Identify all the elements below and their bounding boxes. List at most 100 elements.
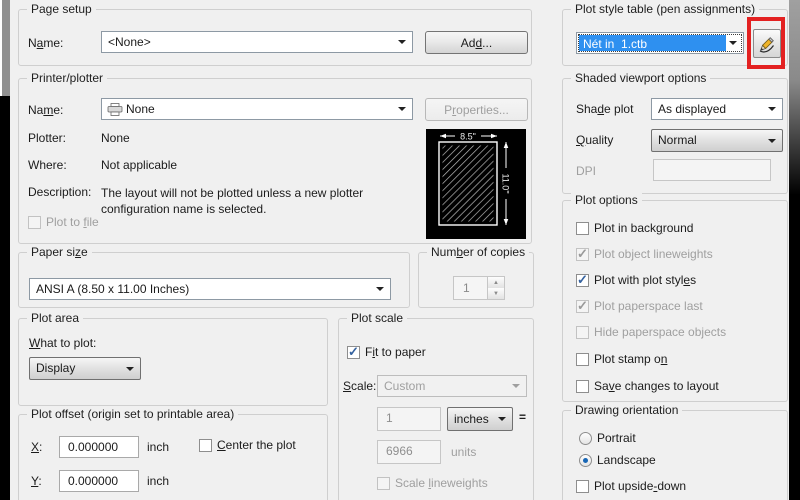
plot-in-background-checkbox[interactable]: Plot in background	[576, 221, 693, 235]
group-title: Page setup	[27, 2, 96, 16]
spinner-down-icon: ▼	[488, 288, 504, 299]
plotter-value: None	[101, 131, 130, 145]
portrait-radio[interactable]: Portrait	[579, 431, 636, 445]
plot-with-plot-styles-checkbox[interactable]: Plot with plot styles	[576, 272, 696, 288]
radio	[579, 453, 592, 467]
group-title: Paper size	[27, 245, 92, 259]
plot-paperspace-last-checkbox: Plot paperspace last	[576, 298, 703, 314]
units-label: units	[451, 445, 477, 459]
scale-paper-units-input: 1	[377, 407, 441, 431]
checkbox	[347, 344, 360, 360]
plot-stamp-on-checkbox[interactable]: Plot stamp on	[576, 352, 667, 366]
group-number-of-copies: Number of copies 1 ▲ ▼	[418, 245, 534, 308]
plot-style-table-select[interactable]: Nét in 1.ctb	[576, 32, 744, 54]
plot-to-file-checkbox: Plot to file	[28, 215, 99, 229]
chevron-down-icon	[512, 384, 520, 388]
checkbox	[576, 479, 589, 493]
offset-x-unit: inch	[147, 440, 170, 454]
plotter-label: Plotter:	[28, 131, 67, 145]
group-paper-size: Paper size ANSI A (8.50 x 11.00 Inches)	[18, 245, 410, 308]
selected-plot-style: Nét in 1.ctb	[579, 35, 726, 51]
scale-unit-select[interactable]: inches	[447, 407, 513, 431]
group-title: Plot scale	[347, 311, 408, 325]
chevron-down-icon	[398, 40, 406, 44]
paper-preview: 8.5" 11.0"	[426, 129, 526, 239]
checkbox	[576, 352, 589, 366]
printer-icon	[107, 103, 123, 116]
landscape-radio[interactable]: Landscape	[579, 453, 656, 467]
group-title: Plot area	[27, 311, 84, 325]
checkbox	[576, 272, 589, 288]
hide-paperspace-objects-checkbox: Hide paperspace objects	[576, 325, 726, 339]
group-plot-options: Plot options Plot in background Plot obj…	[562, 193, 788, 402]
checkbox	[576, 325, 589, 339]
radio	[579, 431, 592, 445]
app-background-left	[0, 0, 10, 500]
what-to-plot-label: What to plot:	[29, 336, 97, 350]
copies-value: 1	[463, 281, 470, 295]
group-title: Shaded viewport options	[571, 71, 711, 85]
checkbox	[576, 298, 589, 314]
where-label: Where:	[28, 158, 67, 172]
plot-dialog: Page setup Name: <None> Add... Plot styl…	[0, 0, 800, 500]
checkbox	[28, 215, 41, 229]
offset-y-unit: inch	[147, 474, 170, 488]
group-plot-style-table: Plot style table (pen assignments) Nét i…	[562, 2, 788, 69]
group-title: Drawing orientation	[571, 403, 683, 417]
shade-plot-select[interactable]: As displayed	[651, 98, 783, 120]
checkbox	[576, 246, 589, 262]
shade-plot-label: Shade plot	[576, 102, 634, 116]
group-shaded-viewport: Shaded viewport options Shade plot As di…	[562, 71, 788, 194]
offset-y-input[interactable]: 0.000000	[59, 470, 139, 492]
copies-spinner: 1 ▲ ▼	[453, 276, 505, 300]
chevron-down-icon	[729, 41, 737, 45]
description-value: The layout will not be plotted unless a …	[101, 186, 364, 217]
checkbox	[199, 438, 212, 452]
chevron-down-icon	[768, 138, 776, 143]
printer-name-select[interactable]: None	[101, 98, 413, 120]
offset-x-input[interactable]: 0.000000	[59, 436, 139, 458]
height-dimension: 11.0"	[501, 173, 511, 193]
group-title: Plot style table (pen assignments)	[571, 2, 760, 16]
group-plot-scale: Plot scale Fit to paper Scale: Custom 1 …	[338, 311, 534, 500]
dpi-input	[653, 159, 771, 181]
where-value: Not applicable	[101, 158, 178, 172]
scale-label: Scale:	[343, 379, 377, 393]
add-button[interactable]: Add...	[425, 31, 528, 54]
dpi-label: DPI	[576, 164, 597, 178]
chevron-down-icon	[398, 107, 406, 111]
checkbox	[576, 379, 589, 393]
group-plot-offset: Plot offset (origin set to printable are…	[18, 407, 328, 500]
scale-lineweights-checkbox: Scale lineweights	[377, 476, 488, 490]
properties-button: Properties...	[425, 98, 528, 121]
checkbox	[377, 476, 390, 490]
annotation-highlight-box	[747, 17, 785, 69]
description-label: Description:	[28, 185, 92, 199]
scale-select: Custom	[377, 375, 527, 397]
center-the-plot-checkbox[interactable]: Center the plot	[199, 438, 296, 452]
page-setup-name-select[interactable]: <None>	[101, 31, 413, 53]
offset-y-label: Y:	[31, 474, 42, 488]
quality-select[interactable]: Normal	[651, 129, 783, 152]
group-title: Plot options	[571, 193, 642, 207]
group-drawing-orientation: Drawing orientation Portrait Landscape P…	[562, 403, 788, 500]
group-plot-area: Plot area What to plot: Display	[18, 311, 328, 406]
checkbox	[576, 221, 589, 235]
group-page-setup: Page setup Name: <None> Add...	[18, 2, 532, 66]
group-title: Number of copies	[427, 245, 530, 259]
scale-drawing-units-input: 6966	[377, 440, 441, 464]
plot-object-lineweights-checkbox: Plot object lineweights	[576, 246, 713, 262]
fit-to-paper-checkbox[interactable]: Fit to paper	[347, 344, 426, 360]
chevron-down-icon	[376, 287, 384, 291]
equals-sign: =	[519, 410, 527, 424]
offset-x-label: X:	[31, 440, 43, 454]
plot-upside-down-checkbox[interactable]: Plot upside-down	[576, 479, 686, 493]
what-to-plot-select[interactable]: Display	[29, 357, 141, 380]
width-dimension: 8.5"	[460, 132, 476, 142]
chevron-down-icon	[498, 417, 506, 421]
app-background-right	[789, 0, 800, 500]
group-title: Plot offset (origin set to printable are…	[27, 407, 239, 421]
page-setup-name-label: Name:	[28, 36, 64, 50]
paper-size-select[interactable]: ANSI A (8.50 x 11.00 Inches)	[29, 278, 391, 300]
save-changes-to-layout-checkbox[interactable]: Save changes to layout	[576, 379, 719, 393]
